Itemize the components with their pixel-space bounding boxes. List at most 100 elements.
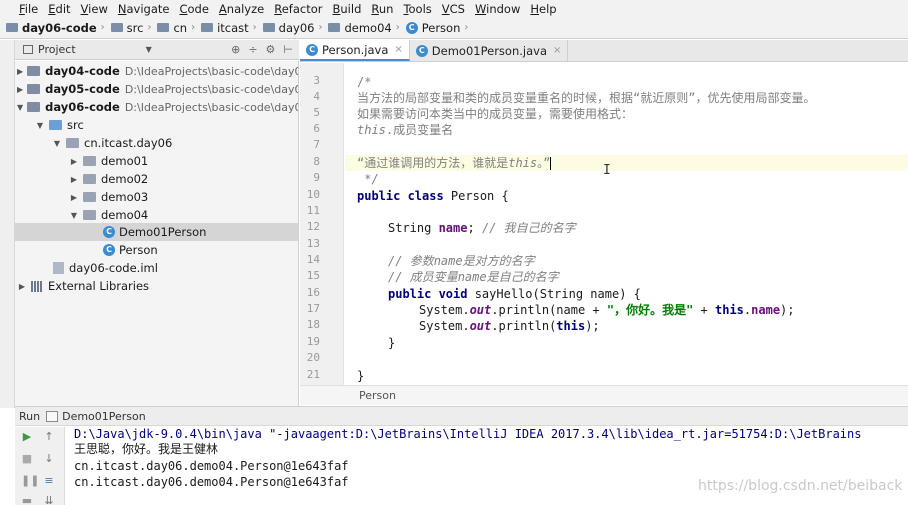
- collapse-arrow-icon[interactable]: ▼: [17, 103, 23, 112]
- menu-window[interactable]: Window: [474, 2, 521, 16]
- gear-icon[interactable]: ⚙: [266, 43, 276, 56]
- scroll-up-icon[interactable]: ↑: [43, 431, 55, 443]
- project-panel-title[interactable]: Project: [38, 43, 76, 56]
- run-panel-header: Run Demo01Person: [15, 406, 908, 426]
- package-icon: [83, 192, 96, 202]
- code-line-3: /*: [357, 75, 372, 89]
- code-line-21: }: [357, 369, 365, 383]
- menu-build[interactable]: Build: [332, 2, 363, 16]
- folder-icon: [328, 23, 341, 32]
- editor-tabs: C Person.java × C Demo01Person.java ×: [300, 40, 908, 62]
- locate-icon[interactable]: ⊕: [231, 43, 240, 56]
- menu-run[interactable]: Run: [370, 2, 394, 16]
- expand-arrow-icon[interactable]: ▶: [17, 282, 27, 291]
- code-line-14: // 参数name是对方的名字: [388, 254, 535, 268]
- crumb-src[interactable]: src ›: [110, 21, 156, 35]
- tree-item-external-libraries[interactable]: ▶ External Libraries: [15, 277, 298, 295]
- tree-item-day04-code[interactable]: ▶ day04-code D:\IdeaProjects\basic-code\da…: [15, 62, 298, 80]
- line-number: 4: [313, 90, 320, 103]
- tree-item-demo01[interactable]: ▶ demo01: [15, 152, 298, 170]
- line-number: 14: [306, 253, 320, 266]
- close-icon[interactable]: ×: [394, 44, 402, 55]
- collapse-icon[interactable]: ÷: [248, 43, 257, 56]
- line-number: 3: [313, 74, 320, 87]
- menu-edit[interactable]: Edit: [47, 2, 71, 16]
- crumb-itcast[interactable]: itcast ›: [201, 21, 261, 35]
- scroll-down-icon[interactable]: ↓: [43, 453, 55, 465]
- stop-icon[interactable]: ■: [21, 453, 33, 465]
- folder-icon: [6, 23, 18, 32]
- left-tool-strip: [0, 40, 15, 408]
- collapse-arrow-icon[interactable]: ▼: [35, 121, 45, 130]
- run-config-name[interactable]: Demo01Person: [62, 410, 146, 423]
- tree-item-package[interactable]: ▼ cn.itcast.day06: [15, 134, 298, 152]
- expand-arrow-icon[interactable]: ▶: [17, 67, 23, 76]
- tree-item-iml[interactable]: day06-code.iml: [15, 259, 298, 277]
- dropdown-caret-icon[interactable]: ▼: [146, 45, 152, 54]
- line-number-gutter[interactable]: 3 4 5 6 7 8 9 10 11 12 13 14 15 16 17 18…: [300, 63, 356, 385]
- menu-bar: File Edit View Navigate Code Analyze Ref…: [0, 0, 908, 17]
- expand-arrow-icon[interactable]: ▶: [17, 85, 23, 94]
- tree-item-demo02[interactable]: ▶ demo02: [15, 170, 298, 188]
- expand-arrow-icon[interactable]: ▶: [69, 157, 79, 166]
- project-tree: ▶ day04-code D:\IdeaProjects\basic-code\da…: [15, 61, 299, 408]
- line-number: 7: [313, 138, 320, 151]
- menu-vcs[interactable]: VCS: [441, 2, 466, 16]
- source-folder-icon: [49, 120, 62, 130]
- line-number: 13: [306, 237, 320, 250]
- scroll-to-end-icon[interactable]: ⇊: [43, 495, 55, 505]
- menu-help[interactable]: Help: [529, 2, 557, 16]
- project-panel-header: Project ▼ ⊕ ÷ ⚙ ⊢: [15, 40, 299, 60]
- menu-file[interactable]: File: [18, 2, 39, 16]
- hide-icon[interactable]: ⊢: [283, 43, 293, 56]
- expand-arrow-icon[interactable]: ▶: [69, 193, 79, 202]
- line-number: 12: [306, 220, 320, 233]
- code-editor[interactable]: /* 当方法的局部变量和类的成员变量重名的时候，根据“就近原则”，优先使用局部变…: [345, 63, 908, 385]
- code-line-9: */: [357, 172, 379, 186]
- menu-view[interactable]: View: [80, 2, 109, 16]
- menu-analyze[interactable]: Analyze: [218, 2, 265, 16]
- chevron-right-icon: ›: [100, 22, 105, 33]
- crumb-cn[interactable]: cn ›: [157, 21, 199, 35]
- tree-item-day06-code[interactable]: ▼ day06-code D:\IdeaProjects\basic-code\da…: [15, 98, 298, 116]
- rerun-icon[interactable]: ▶: [21, 431, 33, 443]
- class-icon: C: [405, 21, 418, 34]
- tab-person-java[interactable]: C Person.java ×: [300, 40, 410, 61]
- class-icon: C: [103, 244, 115, 256]
- close-icon[interactable]: ×: [553, 45, 561, 56]
- tree-item-demo04[interactable]: ▼ demo04: [15, 206, 298, 224]
- line-number: 6: [313, 122, 320, 135]
- tab-demo01person-java[interactable]: C Demo01Person.java ×: [410, 40, 569, 61]
- menu-tools[interactable]: Tools: [402, 2, 432, 16]
- code-line-15: // 成员变量name是自己的名字: [388, 270, 559, 284]
- menu-code[interactable]: Code: [178, 2, 209, 16]
- crumb-project[interactable]: day06-code ›: [6, 21, 109, 35]
- tree-item-day05-code[interactable]: ▶ day05-code D:\IdeaProjects\basic-code\da…: [15, 80, 298, 98]
- crumb-person[interactable]: C Person ›: [405, 21, 473, 35]
- tree-item-demo01person[interactable]: C Demo01Person: [15, 223, 298, 241]
- text-caret: [550, 157, 552, 170]
- tree-item-src[interactable]: ▼ src: [15, 116, 298, 134]
- run-config-icon: [46, 410, 59, 422]
- crumb-demo04[interactable]: demo04 ›: [328, 21, 403, 35]
- code-line-4: 当方法的局部变量和类的成员变量重名的时候，根据“就近原则”，优先使用局部变量。: [357, 91, 816, 105]
- console-line: cn.itcast.day06.demo04.Person@1e643faf: [74, 475, 349, 489]
- chevron-right-icon: ›: [191, 22, 196, 33]
- tree-item-person[interactable]: C Person: [15, 241, 298, 259]
- dump-threads-icon[interactable]: ▬: [21, 495, 33, 505]
- expand-arrow-icon[interactable]: ▶: [69, 175, 79, 184]
- collapse-arrow-icon[interactable]: ▼: [52, 139, 62, 148]
- pause-icon[interactable]: ❚❚: [21, 475, 39, 487]
- tree-item-demo03[interactable]: ▶ demo03: [15, 188, 298, 206]
- menu-navigate[interactable]: Navigate: [117, 2, 171, 16]
- run-panel-label[interactable]: Run: [19, 410, 40, 423]
- code-line-8: “通过谁调用的方法，谁就是this。”: [345, 155, 908, 171]
- soft-wrap-icon[interactable]: ≡: [43, 475, 55, 487]
- collapse-arrow-icon[interactable]: ▼: [69, 211, 79, 220]
- project-icon: [23, 45, 33, 54]
- editor-breadcrumb[interactable]: Person: [300, 385, 908, 405]
- menu-refactor[interactable]: Refactor: [273, 2, 323, 16]
- package-icon: [83, 210, 96, 220]
- code-line-17: System.out.println(name + "，你好。我是" + thi…: [419, 303, 795, 317]
- crumb-day06[interactable]: day06 ›: [262, 21, 327, 35]
